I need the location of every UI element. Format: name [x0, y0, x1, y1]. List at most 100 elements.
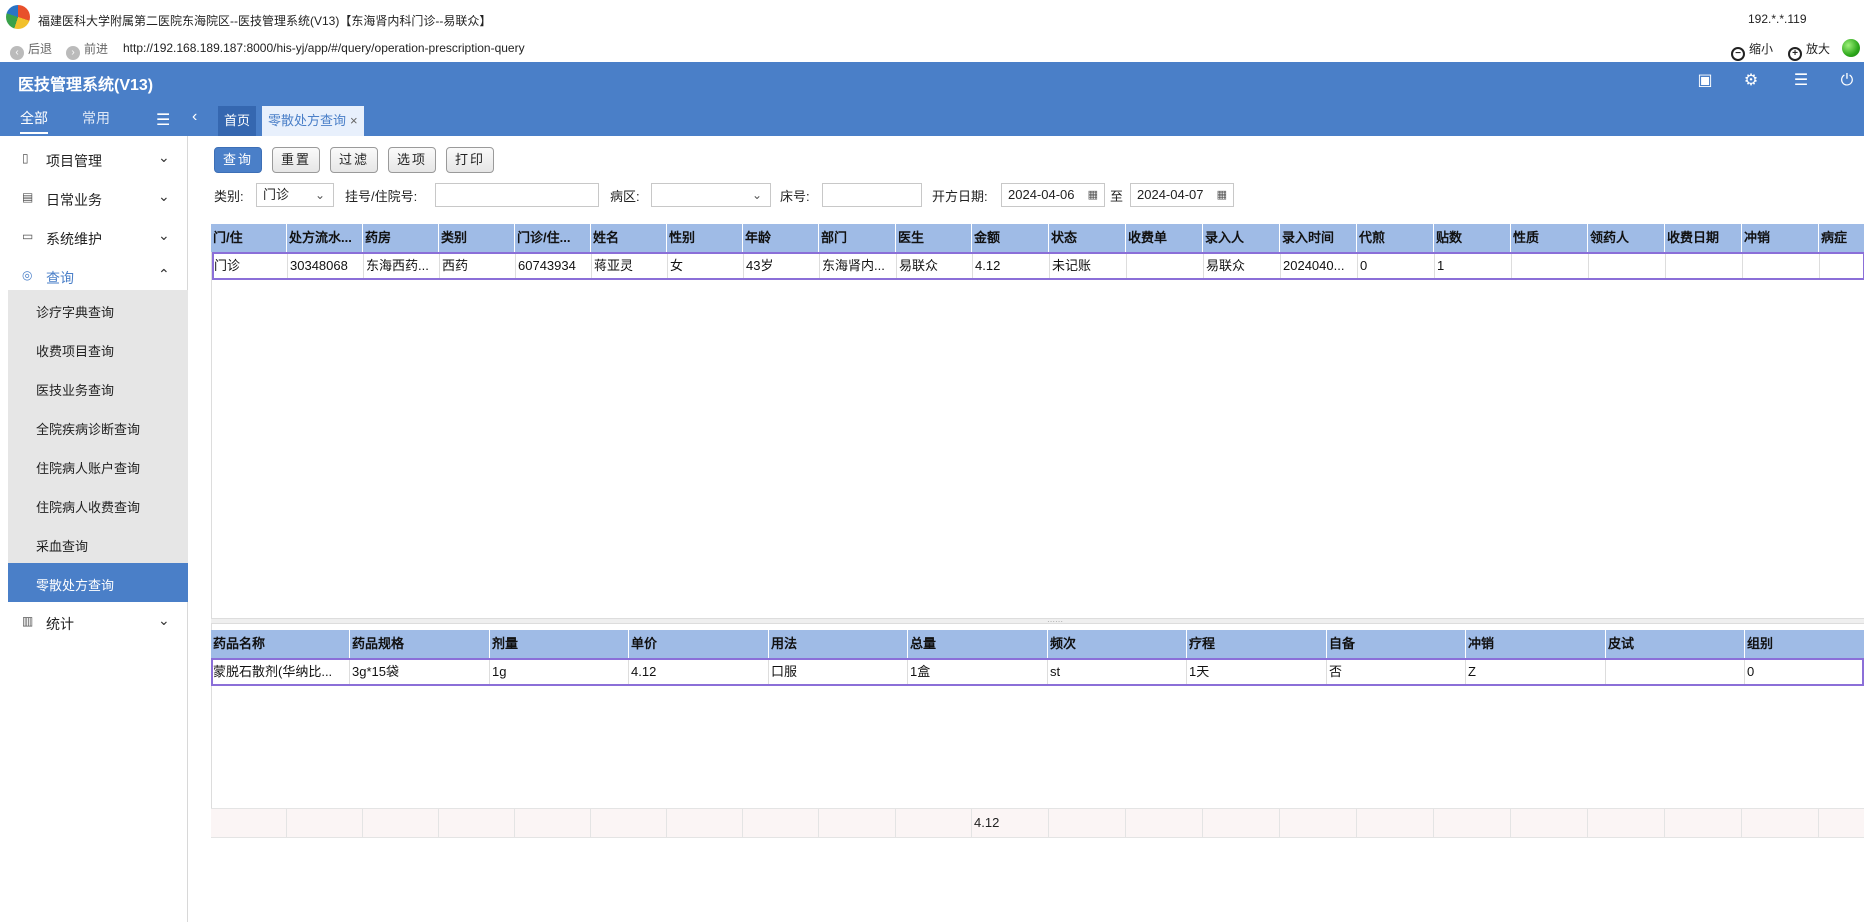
menu-item-system-maintenance[interactable]: ▭ 系统维护 ⌄: [8, 218, 188, 256]
category-value: 门诊: [263, 187, 290, 202]
submenu-item[interactable]: 医技业务查询: [8, 368, 188, 407]
column-header[interactable]: 冲销: [1742, 224, 1819, 252]
menu-label: 查询: [46, 270, 74, 286]
notes-icon[interactable]: ☰: [1790, 71, 1812, 91]
column-header[interactable]: 剂量: [490, 630, 629, 658]
column-header[interactable]: 金额: [972, 224, 1049, 252]
submenu-item[interactable]: 全院疾病诊断查询: [8, 407, 188, 446]
column-header[interactable]: 用法: [769, 630, 908, 658]
table-cell: 东海肾内...: [820, 254, 897, 278]
table-cell: [1512, 254, 1589, 278]
column-header[interactable]: 药品规格: [350, 630, 490, 658]
submenu-item[interactable]: 采血查询: [8, 524, 188, 563]
menu-label: 系统维护: [46, 231, 102, 247]
chevron-down-icon: ⌄: [158, 227, 170, 243]
column-header[interactable]: 总量: [908, 630, 1048, 658]
drug-detail-grid-header: 药品名称 药品规格 剂量 单价 用法 总量 频次 疗程 自备 冲销 皮试 组别: [211, 630, 1864, 658]
submenu-item[interactable]: 收费项目查询: [8, 329, 188, 368]
column-header[interactable]: 医生: [896, 224, 972, 252]
category-select[interactable]: 门诊 ⌄: [256, 183, 334, 207]
submenu-item-active[interactable]: 零散处方查询: [8, 563, 188, 602]
submenu-label: 诊疗字典查询: [36, 305, 115, 320]
column-header[interactable]: 处方流水...: [287, 224, 363, 252]
drug-detail-grid: 药品名称 药品规格 剂量 单价 用法 总量 频次 疗程 自备 冲销 皮试 组别 蒙脱石散剂(华纳比..…: [211, 630, 1864, 922]
submenu-label: 住院病人账户查询: [36, 461, 141, 476]
id-card-icon[interactable]: ▣: [1694, 71, 1716, 91]
column-header[interactable]: 性质: [1511, 224, 1588, 252]
url-field[interactable]: http://192.168.189.187:8000/his-yj/app/#…: [123, 41, 525, 55]
column-header[interactable]: 类别: [439, 224, 515, 252]
column-header[interactable]: 冲销: [1466, 630, 1606, 658]
submenu-item[interactable]: 住院病人收费查询: [8, 485, 188, 524]
column-header[interactable]: 疗程: [1187, 630, 1327, 658]
column-header[interactable]: 录入人: [1203, 224, 1280, 252]
column-header[interactable]: 病症: [1819, 224, 1864, 252]
column-header[interactable]: 门诊/住...: [515, 224, 591, 252]
menu-collapse-icon[interactable]: ☰: [156, 110, 170, 130]
table-cell: st: [1048, 660, 1187, 684]
prescription-grid-header: 门/住 处方流水... 药房 类别 门诊/住... 姓名 性别 年龄 部门 医生 金额 状态 收费单 录入…: [211, 224, 1864, 252]
bed-no-label: 床号:: [780, 189, 810, 204]
bed-no-input[interactable]: [822, 183, 922, 207]
column-header[interactable]: 自备: [1327, 630, 1466, 658]
submenu-item[interactable]: 诊疗字典查询: [8, 290, 188, 329]
settings-icon[interactable]: ⚙: [1740, 71, 1762, 91]
menu-item-daily-business[interactable]: ▤ 日常业务 ⌄: [8, 179, 188, 217]
table-row[interactable]: 门诊 30348068 东海西药... 西药 60743934 蒋亚灵女 43岁 东海肾内..…: [212, 252, 1864, 280]
query-button[interactable]: 查询: [214, 147, 262, 173]
logout-icon[interactable]: ⏻: [1836, 71, 1858, 91]
reset-button[interactable]: 重置: [272, 147, 320, 173]
menu-item-statistics[interactable]: ▥ 统计 ⌄: [8, 603, 188, 641]
column-header[interactable]: 组别: [1745, 630, 1864, 658]
column-header[interactable]: 年龄: [743, 224, 819, 252]
back-button[interactable]: ‹ 后退: [10, 40, 52, 60]
column-header[interactable]: 姓名: [591, 224, 667, 252]
tab-home[interactable]: 首页: [218, 106, 257, 136]
options-button[interactable]: 选项: [388, 147, 436, 173]
reg-no-label: 挂号/住院号:: [345, 189, 418, 204]
menu-item-project-mgmt[interactable]: ▯ 项目管理 ⌄: [8, 140, 188, 178]
filter-button[interactable]: 过滤: [330, 147, 378, 173]
column-header[interactable]: 单价: [629, 630, 769, 658]
column-header[interactable]: 录入时间: [1280, 224, 1357, 252]
submenu-item[interactable]: 住院病人账户查询: [8, 446, 188, 485]
table-cell: [1606, 660, 1745, 684]
column-header[interactable]: 状态: [1049, 224, 1126, 252]
ward-select[interactable]: ⌄: [651, 183, 771, 207]
column-header[interactable]: 皮试: [1606, 630, 1745, 658]
column-header[interactable]: 门/住: [211, 224, 287, 252]
column-header[interactable]: 药品名称: [211, 630, 350, 658]
column-header[interactable]: 领药人: [1588, 224, 1665, 252]
monitor-icon: ▭: [22, 229, 34, 243]
chevron-up-icon: ⌃: [158, 266, 170, 282]
back-arrow-icon: ‹: [10, 46, 24, 60]
column-header[interactable]: 部门: [819, 224, 896, 252]
column-header[interactable]: 频次: [1048, 630, 1187, 658]
date-from-input[interactable]: 2024-04-06 ▦: [1001, 183, 1105, 207]
panel-splitter[interactable]: ⋯⋯: [211, 617, 1864, 626]
column-header[interactable]: 药房: [363, 224, 439, 252]
table-row[interactable]: 蒙脱石散剂(华纳比... 3g*15袋 1g 4.12 口服 1盒 st 1天否 Z 0: [211, 658, 1864, 686]
column-header[interactable]: 收费单: [1126, 224, 1203, 252]
zoom-out-button[interactable]: − 缩小: [1731, 40, 1773, 61]
date-to-input[interactable]: 2024-04-07 ▦: [1130, 183, 1234, 207]
column-header[interactable]: 代煎: [1357, 224, 1434, 252]
print-button[interactable]: 打印: [446, 147, 494, 173]
sidebar: 全部 常用 ☰ ▯ 项目管理 ⌄ ▤ 日常业务 ⌄ ▭ 系统维护 ⌄ ◎ 查询 …: [0, 100, 188, 922]
date-to-label: 至: [1110, 189, 1124, 204]
table-cell: 43岁: [744, 254, 820, 278]
forward-arrow-icon: ›: [66, 46, 80, 60]
grip-icon: ⋯⋯: [1047, 617, 1063, 626]
tab-prescription-query[interactable]: 零散处方查询 ×: [262, 106, 364, 136]
column-header[interactable]: 性别: [667, 224, 743, 252]
sidebar-tab-common[interactable]: 常用: [82, 108, 110, 128]
reg-no-input[interactable]: [435, 183, 599, 207]
zoom-in-button[interactable]: + 放大: [1788, 40, 1830, 61]
column-header[interactable]: 贴数: [1434, 224, 1511, 252]
close-icon[interactable]: ×: [350, 113, 358, 128]
sidebar-tab-all[interactable]: 全部: [20, 108, 48, 134]
column-header[interactable]: 收费日期: [1665, 224, 1742, 252]
forward-button[interactable]: › 前进: [66, 40, 108, 60]
tab-scroll-left-icon[interactable]: ‹: [192, 108, 197, 126]
window-title-bar: 福建医科大学附属第二医院东海院区--医技管理系统(V13)【东海肾内科门诊--易…: [0, 0, 1864, 29]
